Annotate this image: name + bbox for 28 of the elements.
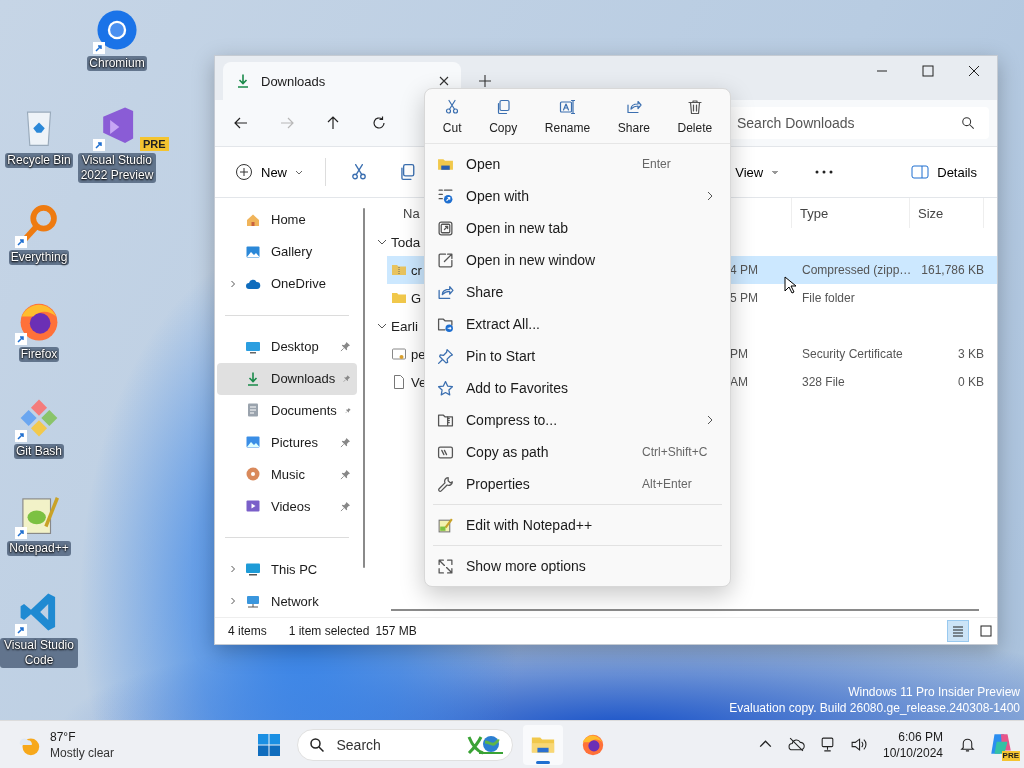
- preview-badge: PRE: [140, 137, 169, 151]
- file-size: 3 KB: [958, 347, 984, 361]
- selection-size: 157 MB: [375, 624, 417, 638]
- system-notice-text: Evaluation copy. Build 26080.ge_release.240308-1400: [729, 700, 1020, 716]
- shortcut-hint: Ctrl+Shift+C: [642, 445, 709, 459]
- clock-date: 10/10/2024: [882, 744, 943, 761]
- file-type: Compressed (zipp…: [801, 263, 910, 277]
- shortcut-hint: Enter: [642, 157, 672, 171]
- item-count: 4 items: [228, 624, 267, 638]
- file-type: File folder: [801, 291, 856, 305]
- preview-badge: PRE: [1001, 750, 1020, 761]
- clock-time: 6:06 PM: [898, 728, 943, 745]
- file-date: AM: [730, 375, 749, 389]
- file-type: 328 File: [801, 375, 846, 389]
- file-name: cr: [411, 262, 422, 278]
- file-name: G: [411, 290, 422, 306]
- selection-count: 1 item selected: [288, 624, 370, 638]
- tab-title: Downloads: [261, 73, 327, 89]
- file-date: 5 PM: [730, 291, 759, 305]
- file-date: PM: [730, 347, 749, 361]
- temperature: 87°F: [50, 728, 77, 745]
- file-size: 161,786 KB: [921, 263, 984, 277]
- file-size: 0 KB: [958, 375, 984, 389]
- weather-condition: Mostly clear: [50, 744, 114, 761]
- system-notice-text: Windows 11 Pro Insider Preview: [848, 684, 1020, 700]
- file-name: pe: [411, 346, 426, 362]
- file-type: Security Certificate: [801, 347, 904, 361]
- shortcut-hint: Alt+Enter: [642, 477, 693, 491]
